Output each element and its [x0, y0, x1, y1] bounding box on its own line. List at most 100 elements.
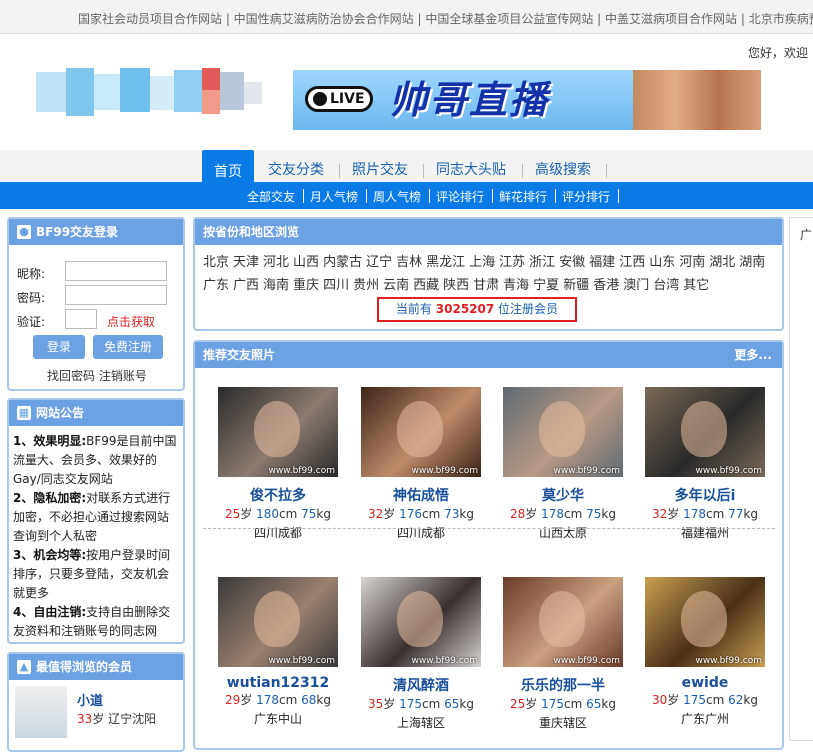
member-name[interactable]: 小道: [77, 690, 103, 709]
region-link[interactable]: 宁夏: [533, 278, 559, 293]
site-logo[interactable]: [36, 68, 266, 116]
region-link[interactable]: 北京: [203, 255, 229, 270]
region-link[interactable]: 上海: [469, 255, 495, 270]
member-nickname[interactable]: ewide: [644, 675, 766, 691]
member-nickname[interactable]: 清风醉酒: [360, 675, 482, 695]
member-photo[interactable]: www.bf99.com: [218, 577, 338, 667]
region-link[interactable]: 台湾: [653, 278, 679, 293]
member-age: 35: [367, 697, 384, 711]
member-card[interactable]: www.bf99.com 清风醉酒 35岁 175cm 65kg 上海辖区: [360, 577, 482, 733]
region-link[interactable]: 香港: [593, 278, 619, 293]
member-card[interactable]: www.bf99.com 莫少华 28岁 178cm 75kg 山西太原: [502, 387, 624, 543]
users-icon: ●: [17, 224, 31, 239]
verify-input[interactable]: [65, 309, 97, 329]
region-link[interactable]: 福建: [589, 255, 615, 270]
member-nickname[interactable]: 俊不拉多: [217, 485, 339, 505]
member-stats: 35岁 175cm 65kg: [360, 695, 482, 714]
region-link[interactable]: 四川: [323, 278, 349, 293]
region-link[interactable]: 河南: [679, 255, 705, 270]
region-link[interactable]: 江西: [619, 255, 645, 270]
member-photo[interactable]: www.bf99.com: [218, 387, 338, 477]
region-link[interactable]: 河北: [263, 255, 289, 270]
member-card[interactable]: www.bf99.com ewide 30岁 175cm 62kg 广东广州: [644, 577, 766, 729]
tab-photo-dating[interactable]: 照片交友: [340, 156, 420, 182]
member-nickname[interactable]: 莫少华: [502, 485, 624, 505]
member-photo[interactable]: www.bf99.com: [645, 387, 765, 477]
password-input[interactable]: [65, 285, 167, 305]
region-link[interactable]: 广西: [233, 278, 259, 293]
member-nickname[interactable]: 乐乐的那一半: [502, 675, 624, 695]
subnav-all[interactable]: 全部交友: [247, 188, 295, 205]
more-link[interactable]: 更多...: [734, 342, 772, 368]
member-photo[interactable]: www.bf99.com: [361, 387, 481, 477]
member-age: 28: [509, 507, 526, 521]
region-link[interactable]: 广东: [203, 278, 229, 293]
register-button[interactable]: 免费注册: [93, 335, 163, 359]
get-code-link[interactable]: 点击获取: [107, 313, 155, 330]
row-divider: [203, 528, 775, 529]
tab-home[interactable]: 首页: [202, 150, 254, 182]
age-unit: 岁: [383, 507, 396, 521]
region-link[interactable]: 青海: [503, 278, 529, 293]
forgot-password-link[interactable]: 找回密码: [47, 369, 95, 383]
login-button[interactable]: 登录: [33, 335, 85, 359]
member-nickname[interactable]: 多年以后i: [644, 485, 766, 505]
member-nickname[interactable]: 神佑成悟: [360, 485, 482, 505]
welcome-text: 您好，欢迎: [748, 46, 809, 60]
region-link[interactable]: 内蒙古: [323, 255, 362, 270]
region-link[interactable]: 新疆: [563, 278, 589, 293]
region-link[interactable]: 甘肃: [473, 278, 499, 293]
region-link[interactable]: 山西: [293, 255, 319, 270]
member-avatar[interactable]: [15, 686, 67, 738]
region-link[interactable]: 黑龙江: [426, 255, 465, 270]
region-link[interactable]: 浙江: [529, 255, 555, 270]
live-badge: LIVE: [305, 86, 373, 112]
region-link[interactable]: 山东: [649, 255, 675, 270]
nickname-label: 昵称:: [17, 267, 46, 281]
region-link[interactable]: 西藏: [413, 278, 439, 293]
member-card[interactable]: www.bf99.com 俊不拉多 25岁 180cm 75kg 四川成都: [217, 387, 339, 543]
member-photo[interactable]: www.bf99.com: [503, 387, 623, 477]
watermark: www.bf99.com: [268, 656, 335, 666]
subnav-week-popular[interactable]: 周人气榜: [373, 188, 421, 205]
region-link[interactable]: 江苏: [499, 255, 525, 270]
member-nickname[interactable]: wutian12312: [217, 675, 339, 691]
member-photo[interactable]: www.bf99.com: [503, 577, 623, 667]
subnav-score-rank[interactable]: 评分排行: [562, 188, 610, 205]
cancel-account-link[interactable]: 注销账号: [99, 369, 147, 383]
region-link[interactable]: 湖北: [709, 255, 735, 270]
partner-links[interactable]: 国家社会动员项目合作网站 | 中国性病艾滋病防治协会合作网站 | 中国全球基金项…: [78, 10, 813, 27]
region-link[interactable]: 其它: [683, 278, 709, 293]
member-card[interactable]: www.bf99.com 乐乐的那一半 25岁 175cm 65kg 重庆辖区: [502, 577, 624, 733]
subnav-flower-rank[interactable]: 鲜花排行: [499, 188, 547, 205]
live-banner[interactable]: LIVE 帅哥直播: [293, 70, 761, 130]
region-link[interactable]: 安徽: [559, 255, 585, 270]
hot-members-box: ▲ 最值得浏览的会员 小道 33岁 辽宁沈阳: [7, 652, 185, 752]
region-link[interactable]: 天津: [233, 255, 259, 270]
region-link[interactable]: 湖南: [739, 255, 765, 270]
tab-avatar[interactable]: 同志大头贴: [424, 156, 518, 182]
region-link[interactable]: 吉林: [396, 255, 422, 270]
region-link[interactable]: 贵州: [353, 278, 379, 293]
tab-advanced-search[interactable]: 高级搜索: [523, 156, 603, 182]
weight-unit: kg: [459, 507, 474, 521]
region-link[interactable]: 陕西: [443, 278, 469, 293]
nav-divider: [606, 164, 607, 178]
region-link[interactable]: 辽宁: [366, 255, 392, 270]
member-card[interactable]: www.bf99.com 多年以后i 32岁 178cm 77kg 福建福州: [644, 387, 766, 543]
member-card[interactable]: www.bf99.com wutian12312 29岁 178cm 68kg 广东中…: [217, 577, 339, 729]
region-link[interactable]: 云南: [383, 278, 409, 293]
nickname-input[interactable]: [65, 261, 167, 281]
subnav-month-popular[interactable]: 月人气榜: [310, 188, 358, 205]
region-link[interactable]: 重庆: [293, 278, 319, 293]
member-count: 3025207: [435, 302, 495, 316]
region-link[interactable]: 海南: [263, 278, 289, 293]
member-card[interactable]: www.bf99.com 神佑成悟 32岁 176cm 73kg 四川成都: [360, 387, 482, 543]
member-height: 175: [683, 693, 707, 707]
sub-nav: 全部交友 月人气榜 周人气榜 评论排行 鲜花排行 评分排行: [0, 182, 813, 209]
region-link[interactable]: 澳门: [623, 278, 649, 293]
member-photo[interactable]: www.bf99.com: [645, 577, 765, 667]
member-photo[interactable]: www.bf99.com: [361, 577, 481, 667]
tab-dating-category[interactable]: 交友分类: [256, 156, 336, 182]
subnav-comment-rank[interactable]: 评论排行: [436, 188, 484, 205]
